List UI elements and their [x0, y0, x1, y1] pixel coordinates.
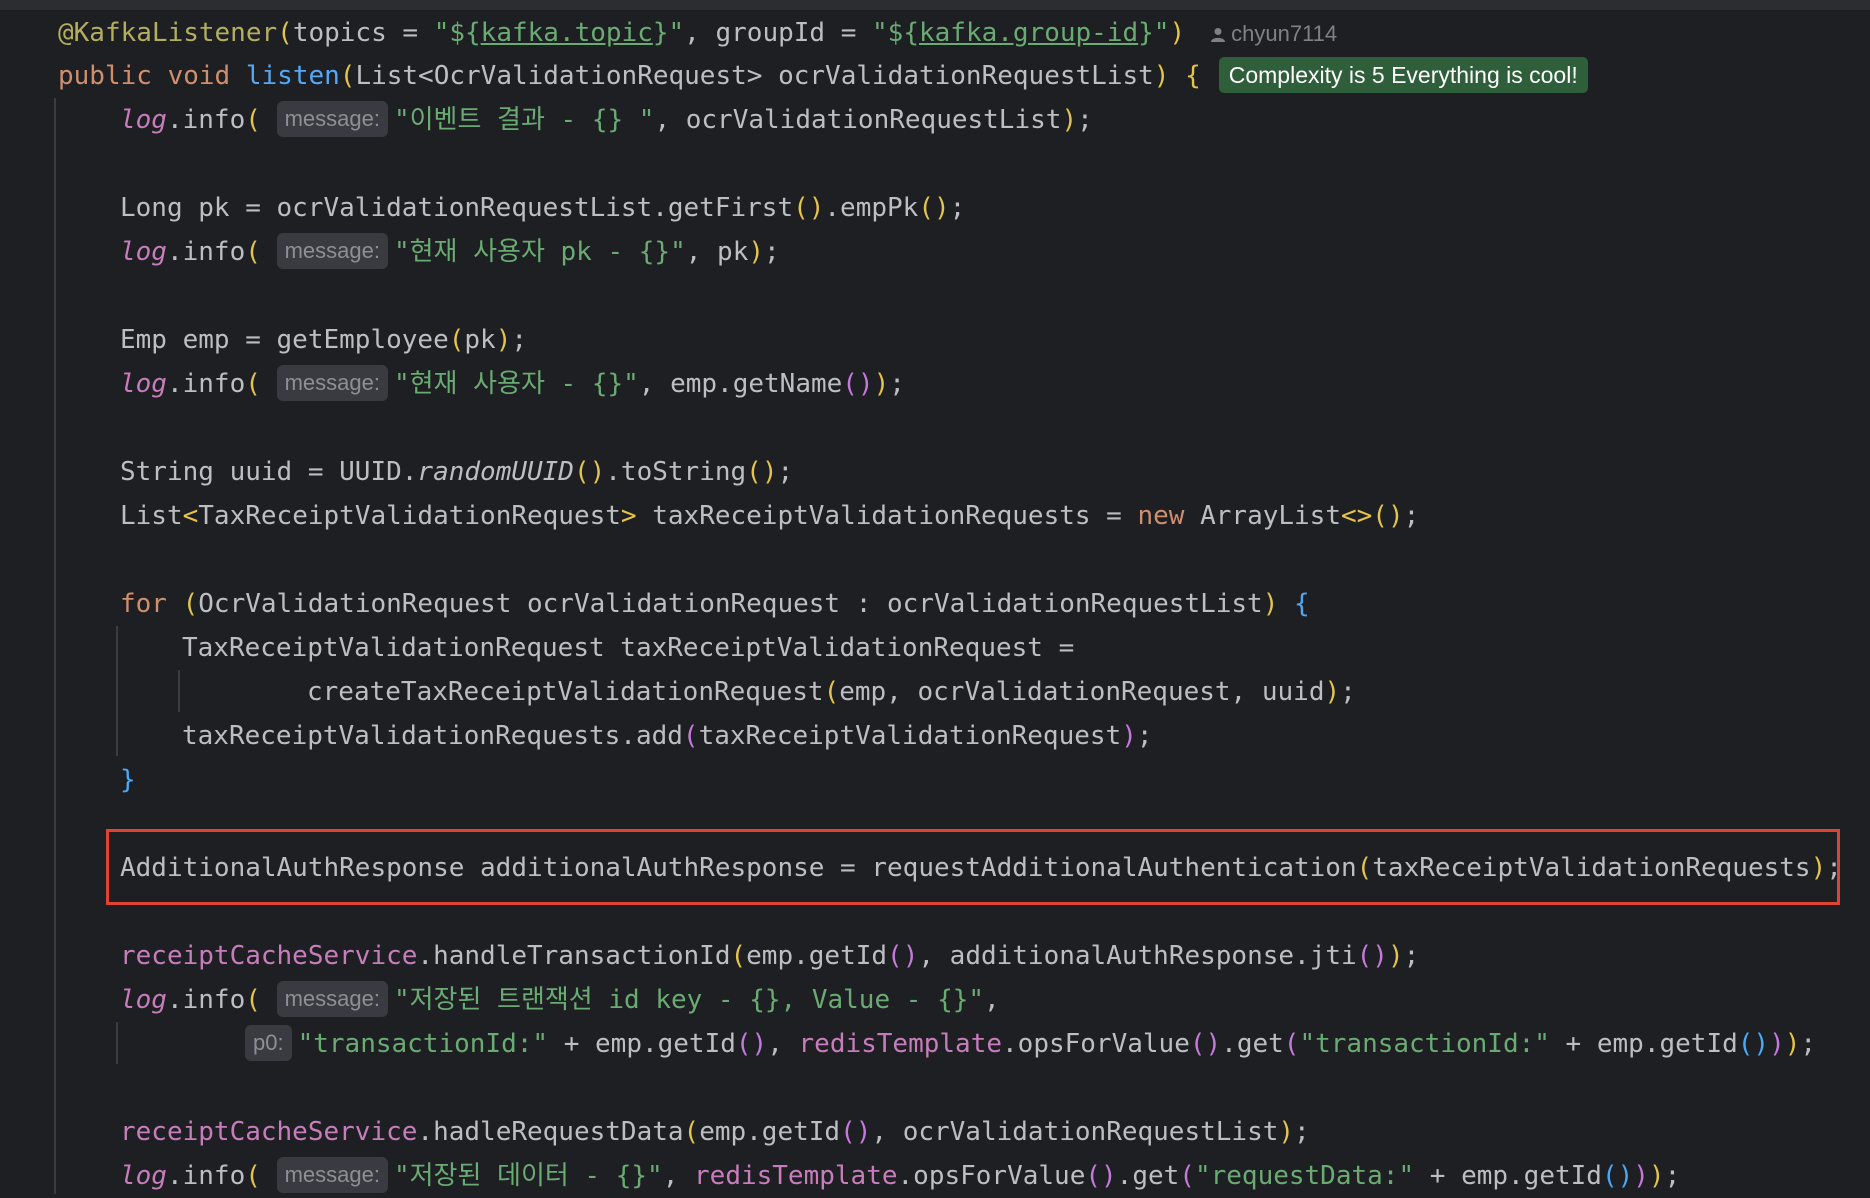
- complexity-badge[interactable]: Complexity is 5 Everything is cool!: [1218, 56, 1588, 93]
- code-line-annotation[interactable]: @KafkaListener(topics = "${kafka.topic}"…: [58, 11, 1337, 55]
- code-line-log-data[interactable]: log.info( message: "저장된 데이터 - {}", redisT…: [120, 1154, 1680, 1198]
- code-line-for[interactable]: for (OcrValidationRequest ocrValidationR…: [120, 582, 1310, 626]
- user-icon: [1211, 27, 1226, 42]
- string-close: }": [1138, 18, 1170, 48]
- code-line-handle-transaction[interactable]: receiptCacheService.handleTransactionId(…: [120, 934, 1419, 978]
- property-link-kafka-group-id[interactable]: kafka.group-id: [919, 18, 1138, 48]
- indent-guide-logargs: [116, 1022, 118, 1064]
- code-line-log-pk[interactable]: log.info( message: "현재 사용자 pk - {}", pk);: [120, 230, 780, 274]
- code-line-emp[interactable]: Emp emp = getEmployee(pk);: [120, 318, 527, 362]
- indent-guide-for: [116, 626, 118, 756]
- indent-guide-continuation: [178, 670, 180, 712]
- author-hint[interactable]: chyun7114: [1211, 12, 1337, 56]
- indent-guide-method: [54, 98, 56, 1194]
- code-line-log-transaction-args[interactable]: p0: "transactionId:" + emp.getId(), redis…: [245, 1022, 1816, 1066]
- code-line-add[interactable]: taxReceiptValidationRequests.add(taxRece…: [182, 714, 1153, 758]
- code-line-tax-decl[interactable]: TaxReceiptValidationRequest taxReceiptVa…: [182, 626, 1074, 670]
- method-name: listen: [245, 61, 340, 91]
- param-hint-message: message:: [276, 100, 388, 137]
- code-line-additional-auth[interactable]: AdditionalAuthResponse additionalAuthRes…: [120, 846, 1842, 890]
- code-line-method-signature[interactable]: public void listen(List<OcrValidationReq…: [58, 54, 1588, 98]
- property-link-kafka-topic[interactable]: kafka.topic: [481, 18, 653, 48]
- param-hint-message: message:: [276, 980, 388, 1017]
- code-line-create-call[interactable]: createTaxReceiptValidationRequest(emp, o…: [307, 670, 1356, 714]
- param-hint-p0: p0:: [245, 1024, 292, 1061]
- code-line-long-pk[interactable]: Long pk = ocrValidationRequestList.getFi…: [120, 186, 965, 230]
- code-line-log-event[interactable]: log.info( message: "이벤트 결과 - {} ", ocrVal…: [120, 98, 1093, 142]
- code-line-handle-request-data[interactable]: receiptCacheService.hadleRequestData(emp…: [120, 1110, 1310, 1154]
- code-line-uuid[interactable]: String uuid = UUID.randomUUID().toString…: [120, 450, 793, 494]
- code-line-list-init[interactable]: List<TaxReceiptValidationRequest> taxRec…: [120, 494, 1419, 538]
- code-line-log-transaction[interactable]: log.info( message: "저장된 트랜잭션 id key - {},…: [120, 978, 1000, 1022]
- param-hint-message: message:: [276, 232, 388, 269]
- param-hint-message: message:: [276, 364, 388, 401]
- code-line-log-emp[interactable]: log.info( message: "현재 사용자 - {}", emp.get…: [120, 362, 905, 406]
- param-hint-message: message:: [276, 1156, 388, 1193]
- annotation-name: @KafkaListener: [58, 18, 278, 48]
- editor-top-border: [0, 0, 1870, 10]
- code-line-close-for[interactable]: }: [120, 758, 136, 802]
